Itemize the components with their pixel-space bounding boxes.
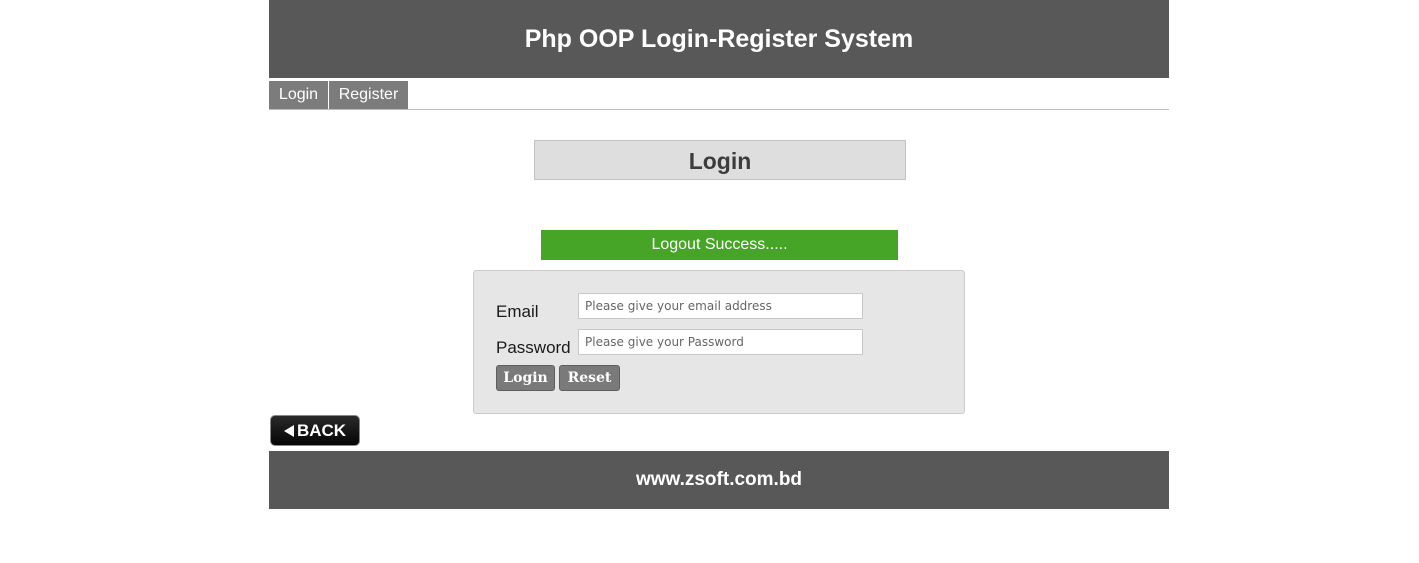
left-triangle-icon (283, 425, 294, 437)
login-button[interactable]: Login (496, 365, 555, 391)
back-button-label: BACK (296, 421, 347, 440)
site-header: Php OOP Login-Register System (269, 0, 1169, 78)
status-alert: Logout Success..... (541, 230, 898, 260)
nav-item-login[interactable]: Login (269, 81, 328, 109)
nav-item-register[interactable]: Register (329, 81, 408, 109)
page-title: Login (534, 140, 906, 180)
nav-bar: Login Register (269, 78, 1169, 110)
page-container: Php OOP Login-Register System Login Regi… (269, 0, 1169, 509)
site-footer: www.zsoft.com.bd (269, 451, 1169, 509)
site-title: Php OOP Login-Register System (524, 25, 914, 53)
email-field[interactable] (578, 293, 863, 319)
email-label: Email (496, 302, 539, 321)
password-field[interactable] (578, 329, 863, 355)
back-button[interactable]: BACK (270, 415, 360, 446)
reset-button[interactable]: Reset (559, 365, 620, 391)
footer-text: www.zsoft.com.bd (635, 469, 803, 490)
login-form: Email Password Login Reset (473, 270, 965, 414)
password-label: Password (496, 338, 571, 357)
